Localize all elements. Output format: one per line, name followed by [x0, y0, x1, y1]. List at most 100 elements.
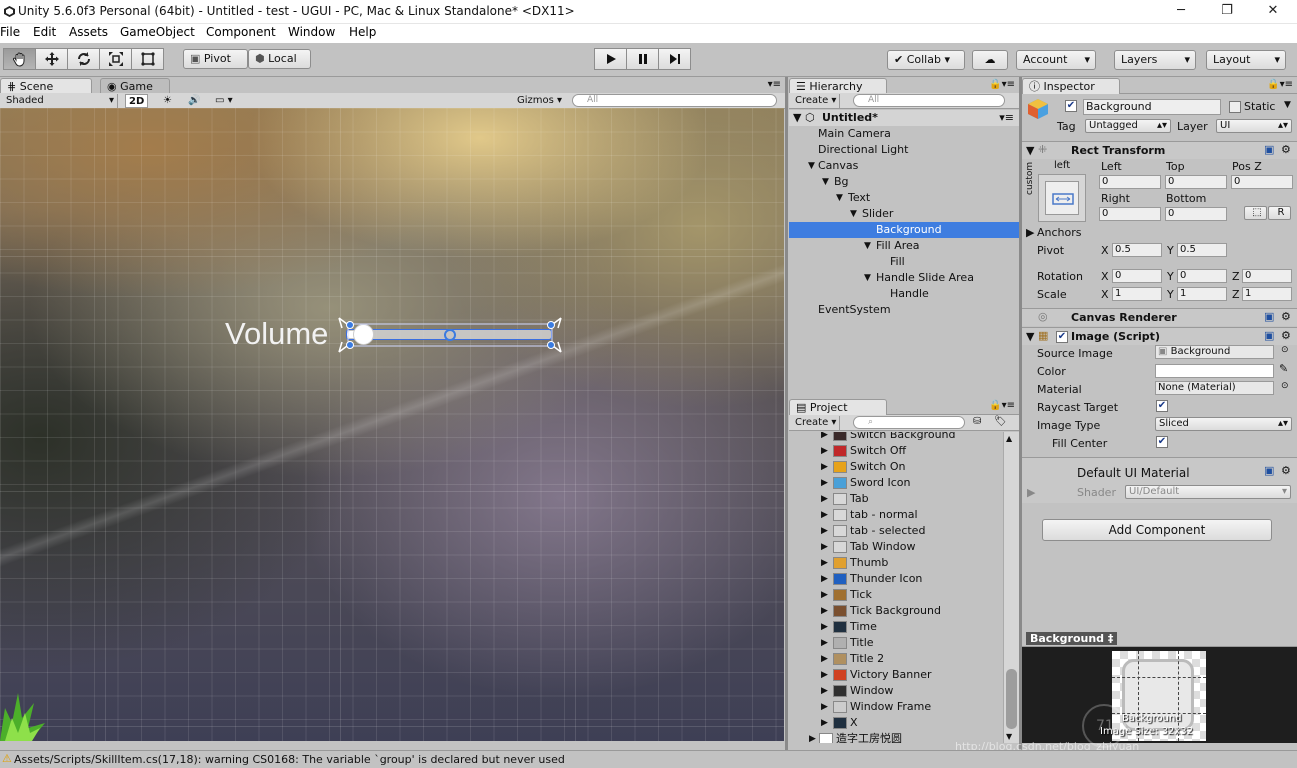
raycast-checkbox[interactable]: ✔ — [1156, 400, 1168, 412]
audio-toggle[interactable]: 🔊 — [185, 94, 203, 108]
expand-arrow-icon[interactable]: ▶ — [821, 432, 828, 443]
project-item[interactable]: ▶ X — [789, 715, 1003, 731]
step-button[interactable] — [658, 48, 691, 70]
help-icon[interactable]: ▣ — [1264, 310, 1274, 323]
rect-transform-header[interactable]: ▼ ⁜ Rect Transform ▣ ⚙ — [1022, 141, 1297, 159]
local-toggle[interactable]: ⬢ Local — [248, 49, 311, 69]
object-name-field[interactable]: Background — [1083, 99, 1221, 115]
tag-dropdown[interactable]: Untagged ▴▾ — [1085, 119, 1171, 133]
collab-dropdown[interactable]: ✔ Collab ▾ — [887, 50, 965, 70]
volume-text[interactable]: Volume — [225, 316, 328, 352]
effects-dropdown[interactable]: ▭ ▾ — [212, 94, 236, 108]
object-picker-icon[interactable]: ⊙ — [1281, 381, 1289, 391]
gear-icon[interactable]: ⚙ — [1281, 143, 1291, 156]
tab-inspector[interactable]: ⓘ Inspector — [1022, 78, 1120, 94]
scene-root[interactable]: ▼ ⬡ Untitled* ▾≡ — [789, 110, 1019, 126]
project-item[interactable]: ▶ Victory Banner — [789, 667, 1003, 683]
bottom-field[interactable]: 0 — [1165, 207, 1227, 221]
blueprint-mode-button[interactable]: ⬚ — [1244, 206, 1267, 220]
expand-arrow-icon[interactable]: ▶ — [821, 475, 828, 491]
project-item[interactable]: ▶ tab - selected — [789, 523, 1003, 539]
project-item[interactable]: ▶ Thumb — [789, 555, 1003, 571]
tab-project[interactable]: ▤ Project — [789, 399, 887, 415]
expand-arrow-icon[interactable]: ▶ — [821, 443, 828, 459]
play-button[interactable] — [594, 48, 627, 70]
project-item[interactable]: ▶ Title — [789, 635, 1003, 651]
expand-arrow-icon[interactable]: ▶ — [821, 555, 828, 571]
filter-label-icon[interactable]: 🏷 — [994, 416, 1007, 427]
project-item[interactable]: ▶ Tick Background — [789, 603, 1003, 619]
canvas-renderer-header[interactable]: ◎ Canvas Renderer ▣ ⚙ — [1022, 308, 1297, 326]
project-item[interactable]: ▶ Switch Background — [789, 432, 1003, 443]
hierarchy-search-input[interactable]: All — [853, 94, 1005, 107]
rect-transform-gizmo[interactable] — [335, 314, 567, 356]
help-icon[interactable]: ▣ — [1264, 143, 1274, 156]
menu-help[interactable]: Help — [349, 25, 376, 39]
active-checkbox[interactable]: ✔ — [1065, 100, 1077, 112]
expand-arrow-icon[interactable]: ▼ — [850, 206, 857, 222]
account-dropdown[interactable]: Account ▾ — [1016, 50, 1096, 70]
hierarchy-item[interactable]: EventSystem — [789, 302, 1019, 318]
project-create-dropdown[interactable]: Create ▾ — [792, 416, 841, 430]
expand-arrow-icon[interactable]: ▼ — [864, 270, 871, 286]
hierarchy-item[interactable]: ▼ Fill Area — [789, 238, 1019, 254]
help-icon[interactable]: ▣ — [1264, 329, 1274, 342]
filter-type-icon[interactable]: ⛁ — [973, 416, 981, 427]
scale-tool-button[interactable] — [99, 48, 132, 70]
hierarchy-item[interactable]: Directional Light — [789, 142, 1019, 158]
pivot-toggle[interactable]: ▣ Pivot — [183, 49, 248, 69]
pause-button[interactable] — [626, 48, 659, 70]
hierarchy-item[interactable]: ▼ Bg — [789, 174, 1019, 190]
project-item[interactable]: ▶ Switch Off — [789, 443, 1003, 459]
expand-arrow-icon[interactable]: ▶ — [821, 459, 828, 475]
expand-arrow-icon[interactable]: ▼ — [822, 174, 829, 190]
static-dropdown-icon[interactable]: ▼ — [1284, 100, 1291, 110]
rect-tool-button[interactable] — [131, 48, 164, 70]
image-enabled-checkbox[interactable]: ✔ — [1056, 331, 1068, 343]
material-field[interactable]: None (Material) — [1155, 381, 1274, 395]
eyedropper-icon[interactable]: ✎ — [1279, 362, 1288, 375]
close-button[interactable]: ✕ — [1250, 0, 1296, 24]
expand-arrow-icon[interactable]: ▶ — [821, 699, 828, 715]
panel-divider[interactable] — [785, 77, 788, 750]
tab-game[interactable]: ◉ Game — [100, 78, 170, 94]
panel-menu-icon[interactable]: 🔒▾≡ — [989, 79, 1015, 90]
expand-arrow-icon[interactable]: ▶ — [821, 667, 828, 683]
rotate-tool-button[interactable] — [67, 48, 100, 70]
menu-window[interactable]: Window — [288, 25, 335, 39]
project-search-input[interactable]: ⌕ — [853, 416, 965, 429]
tab-hierarchy[interactable]: ☰ Hierarchy — [789, 78, 887, 94]
maximize-button[interactable]: ❐ — [1204, 0, 1250, 24]
rotation-z-field[interactable]: 0 — [1242, 269, 1292, 283]
expand-arrow-icon[interactable]: ▶ — [821, 491, 828, 507]
project-item[interactable]: ▶ Tab — [789, 491, 1003, 507]
left-field[interactable]: 0 — [1099, 175, 1161, 189]
right-field[interactable]: 0 — [1099, 207, 1161, 221]
gear-icon[interactable]: ⚙ — [1281, 329, 1291, 342]
expand-arrow-icon[interactable]: ▶ — [821, 587, 828, 603]
raw-edit-button[interactable]: R — [1268, 206, 1291, 220]
object-picker-icon[interactable]: ⊙ — [1281, 345, 1289, 355]
move-tool-button[interactable] — [35, 48, 68, 70]
expand-arrow-icon[interactable]: ▶ — [821, 603, 828, 619]
hierarchy-item[interactable]: Main Camera — [789, 126, 1019, 142]
hierarchy-item[interactable]: Fill — [789, 254, 1019, 270]
expand-arrow-icon[interactable]: ▼ — [864, 238, 871, 254]
scroll-up-icon[interactable]: ▲ — [1006, 434, 1012, 443]
expand-arrow-icon[interactable]: ▶ — [821, 523, 828, 539]
expand-arrow-icon[interactable]: ▶ — [821, 683, 828, 699]
hand-tool-button[interactable] — [3, 48, 36, 70]
project-item[interactable]: ▶ Time — [789, 619, 1003, 635]
menu-gameobject[interactable]: GameObject — [120, 25, 195, 39]
anchor-presets-button[interactable] — [1038, 174, 1086, 222]
expand-arrow-icon[interactable]: ▼ — [808, 158, 815, 174]
expand-arrow-icon[interactable]: ▶ — [821, 571, 828, 587]
expand-arrow-icon[interactable]: ▼ — [836, 190, 843, 206]
expand-arrow-icon[interactable]: ▶ — [821, 539, 828, 555]
help-icon[interactable]: ▣ — [1264, 464, 1274, 477]
scale-y-field[interactable]: 1 — [1177, 287, 1227, 301]
layer-dropdown[interactable]: UI ▴▾ — [1216, 119, 1292, 133]
hierarchy-item[interactable]: ▼ Slider — [789, 206, 1019, 222]
add-component-button[interactable]: Add Component — [1042, 519, 1272, 541]
hierarchy-item[interactable]: ▼ Canvas — [789, 158, 1019, 174]
